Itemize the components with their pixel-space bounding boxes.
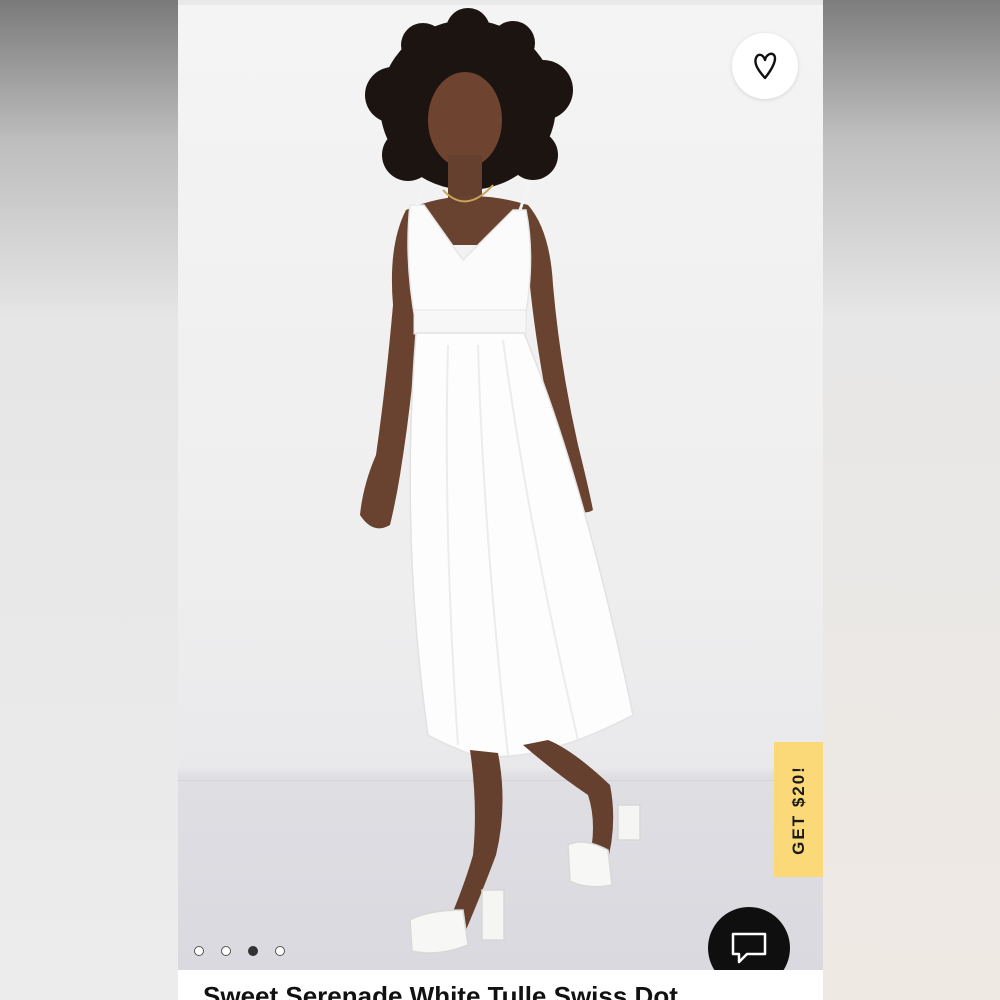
shoe-left-heel <box>481 889 505 941</box>
product-title: Sweet Serenade White Tulle Swiss Dot <box>203 981 678 1000</box>
dress-waistband <box>413 309 527 335</box>
promo-tab-button[interactable]: GET $20! <box>774 742 823 877</box>
dress-strap-left <box>414 182 426 208</box>
carousel-dot-3[interactable] <box>248 946 258 956</box>
favorite-button[interactable] <box>732 33 798 99</box>
model-face <box>428 72 502 168</box>
product-page: GET $20! Sweet Serenade White Tulle Swis… <box>178 0 823 1000</box>
carousel-dot-4[interactable] <box>275 946 285 956</box>
blurred-background-right <box>823 0 1000 1000</box>
product-image[interactable]: GET $20! <box>178 5 823 970</box>
model-illustration <box>360 8 641 954</box>
heart-outline-icon <box>754 52 777 80</box>
dress-skirt <box>409 332 634 758</box>
promo-label: GET $20! <box>788 764 808 855</box>
carousel-dot-1[interactable] <box>194 946 204 956</box>
chat-bubble-icon <box>731 932 767 964</box>
shoe-right <box>567 841 613 888</box>
shoe-left <box>409 909 469 954</box>
carousel-indicator <box>194 944 285 958</box>
product-title-bar: Sweet Serenade White Tulle Swiss Dot <box>178 970 823 1000</box>
shoe-right-heel <box>617 804 641 841</box>
carousel-dot-2[interactable] <box>221 946 231 956</box>
blurred-background-left <box>0 0 178 1000</box>
screen: GET $20! Sweet Serenade White Tulle Swis… <box>0 0 1000 1000</box>
